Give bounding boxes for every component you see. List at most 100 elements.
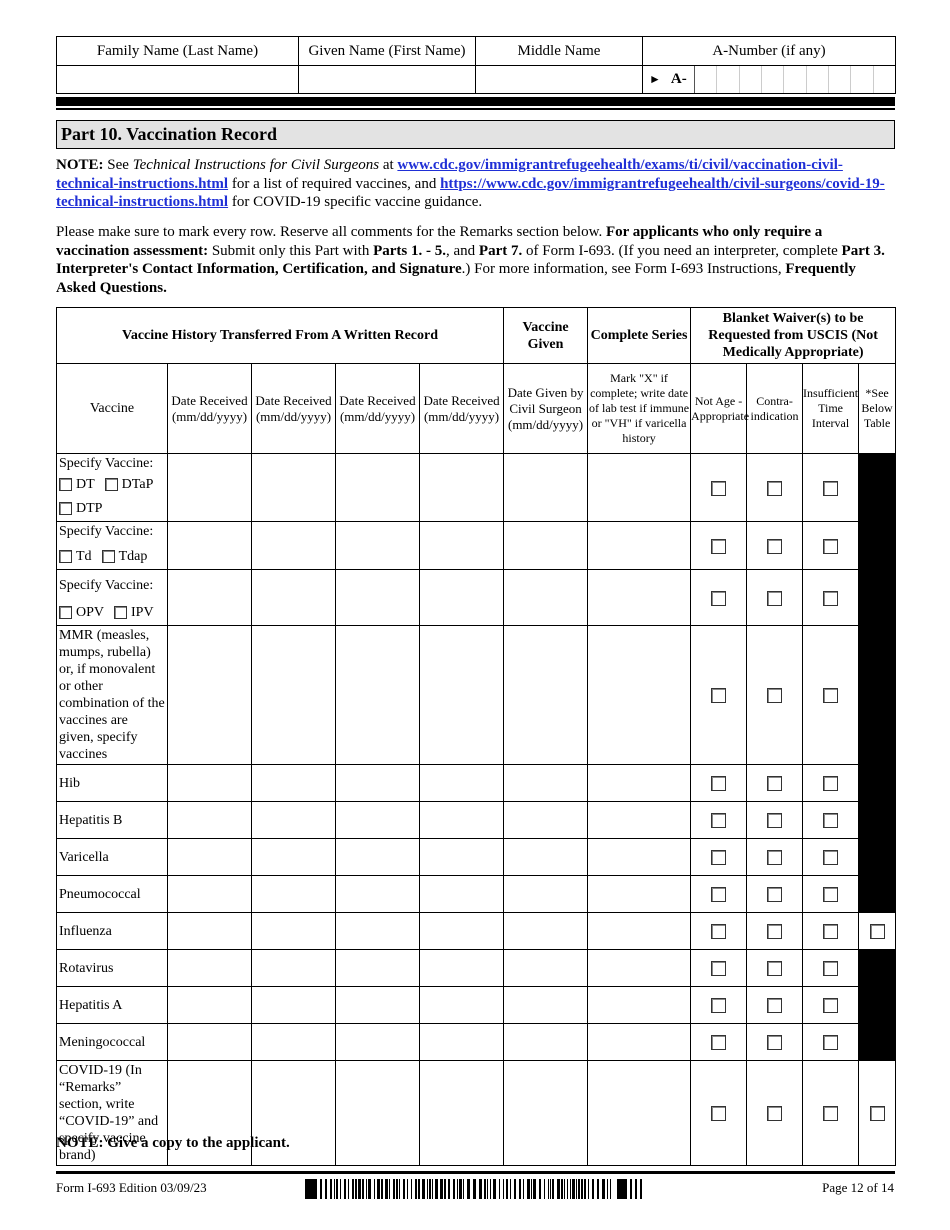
insufficient-interval-checkbox[interactable]	[823, 538, 839, 554]
date-received-field[interactable]	[251, 801, 336, 839]
see-below-checkbox[interactable]	[869, 924, 885, 940]
complete-series-field[interactable]	[587, 801, 692, 839]
date-given-field[interactable]	[503, 986, 589, 1024]
date-received-field[interactable]	[251, 838, 336, 876]
insufficient-interval-checkbox[interactable]	[823, 1106, 839, 1122]
not-age-appropriate-checkbox[interactable]	[711, 538, 727, 554]
date-received-field[interactable]	[418, 949, 505, 987]
complete-series-field[interactable]	[587, 521, 692, 570]
date-received-field[interactable]	[167, 1023, 252, 1061]
contraindication-checkbox[interactable]	[767, 776, 783, 792]
date-given-field[interactable]	[503, 625, 589, 765]
vaccine-option-dtp[interactable]: DTP	[59, 500, 102, 517]
not-age-appropriate-checkbox[interactable]	[711, 924, 727, 940]
date-received-field[interactable]	[418, 569, 505, 626]
date-received-field[interactable]	[335, 838, 420, 876]
checkbox[interactable]	[59, 606, 72, 619]
insufficient-interval-checkbox[interactable]	[823, 813, 839, 829]
date-received-field[interactable]	[167, 949, 252, 987]
insufficient-interval-checkbox[interactable]	[823, 688, 839, 704]
contraindication-checkbox[interactable]	[767, 590, 783, 606]
insufficient-interval-checkbox[interactable]	[823, 1035, 839, 1051]
complete-series-field[interactable]	[587, 764, 692, 802]
complete-series-field[interactable]	[587, 838, 692, 876]
insufficient-interval-checkbox[interactable]	[823, 850, 839, 866]
a-number-digit-field[interactable]	[784, 66, 807, 93]
complete-series-field[interactable]	[587, 625, 692, 765]
date-received-field[interactable]	[251, 764, 336, 802]
date-given-field[interactable]	[503, 521, 589, 570]
date-received-field[interactable]	[251, 521, 336, 570]
checkbox[interactable]	[101, 550, 115, 563]
date-received-field[interactable]	[251, 986, 336, 1024]
date-received-field[interactable]	[335, 521, 420, 570]
complete-series-field[interactable]	[587, 949, 692, 987]
date-received-field[interactable]	[251, 875, 336, 913]
date-received-field[interactable]	[418, 764, 505, 802]
date-received-field[interactable]	[335, 625, 420, 765]
not-age-appropriate-checkbox[interactable]	[711, 480, 727, 496]
date-received-field[interactable]	[335, 453, 420, 522]
date-received-field[interactable]	[418, 1023, 505, 1061]
not-age-appropriate-checkbox[interactable]	[711, 850, 727, 866]
date-given-field[interactable]	[503, 569, 589, 626]
date-received-field[interactable]	[335, 801, 420, 839]
date-received-field[interactable]	[167, 986, 252, 1024]
a-number-digit-field[interactable]	[717, 66, 740, 93]
a-number-digit-field[interactable]	[762, 66, 785, 93]
date-given-field[interactable]	[503, 1060, 589, 1166]
contraindication-checkbox[interactable]	[767, 688, 783, 704]
complete-series-field[interactable]	[587, 912, 692, 950]
date-received-field[interactable]	[167, 764, 252, 802]
contraindication-checkbox[interactable]	[767, 1035, 783, 1051]
insufficient-interval-checkbox[interactable]	[823, 998, 839, 1014]
insufficient-interval-checkbox[interactable]	[823, 480, 839, 496]
date-received-field[interactable]	[418, 453, 505, 522]
date-received-field[interactable]	[251, 949, 336, 987]
a-number-digit-field[interactable]	[874, 66, 895, 93]
date-received-field[interactable]	[418, 1060, 505, 1166]
contraindication-checkbox[interactable]	[767, 480, 783, 496]
date-given-field[interactable]	[503, 875, 589, 913]
insufficient-interval-checkbox[interactable]	[823, 590, 839, 606]
date-received-field[interactable]	[251, 625, 336, 765]
not-age-appropriate-checkbox[interactable]	[711, 813, 727, 829]
date-received-field[interactable]	[167, 912, 252, 950]
date-received-field[interactable]	[167, 521, 252, 570]
date-received-field[interactable]	[167, 625, 252, 765]
not-age-appropriate-checkbox[interactable]	[711, 1106, 727, 1122]
date-received-field[interactable]	[418, 986, 505, 1024]
contraindication-checkbox[interactable]	[767, 538, 783, 554]
checkbox[interactable]	[59, 478, 72, 491]
contraindication-checkbox[interactable]	[767, 813, 783, 829]
date-received-field[interactable]	[418, 912, 505, 950]
complete-series-field[interactable]	[587, 569, 692, 626]
a-number-digit-field[interactable]	[807, 66, 829, 93]
family-name-field[interactable]	[56, 65, 299, 94]
not-age-appropriate-checkbox[interactable]	[711, 961, 727, 977]
date-given-field[interactable]	[503, 801, 589, 839]
contraindication-checkbox[interactable]	[767, 850, 783, 866]
date-received-field[interactable]	[418, 801, 505, 839]
date-received-field[interactable]	[335, 912, 420, 950]
date-received-field[interactable]	[418, 875, 505, 913]
date-received-field[interactable]	[418, 838, 505, 876]
insufficient-interval-checkbox[interactable]	[823, 887, 839, 903]
date-received-field[interactable]	[251, 912, 336, 950]
contraindication-checkbox[interactable]	[767, 924, 783, 940]
vaccine-option-dtap[interactable]: DTaP	[104, 476, 153, 493]
date-given-field[interactable]	[503, 912, 589, 950]
complete-series-field[interactable]	[587, 1060, 692, 1166]
checkbox[interactable]	[114, 606, 128, 619]
not-age-appropriate-checkbox[interactable]	[711, 776, 727, 792]
a-number-digit-field[interactable]	[829, 66, 852, 93]
not-age-appropriate-checkbox[interactable]	[711, 590, 727, 606]
vaccine-option-dt[interactable]: DT	[59, 476, 95, 493]
a-number-digit-field[interactable]	[851, 66, 874, 93]
vaccine-option-opv[interactable]: OPV	[59, 604, 104, 621]
complete-series-field[interactable]	[587, 986, 692, 1024]
date-received-field[interactable]	[418, 521, 505, 570]
contraindication-checkbox[interactable]	[767, 961, 783, 977]
vaccine-option-ipv[interactable]: IPV	[114, 604, 154, 621]
a-number-digit-field[interactable]	[740, 66, 762, 93]
